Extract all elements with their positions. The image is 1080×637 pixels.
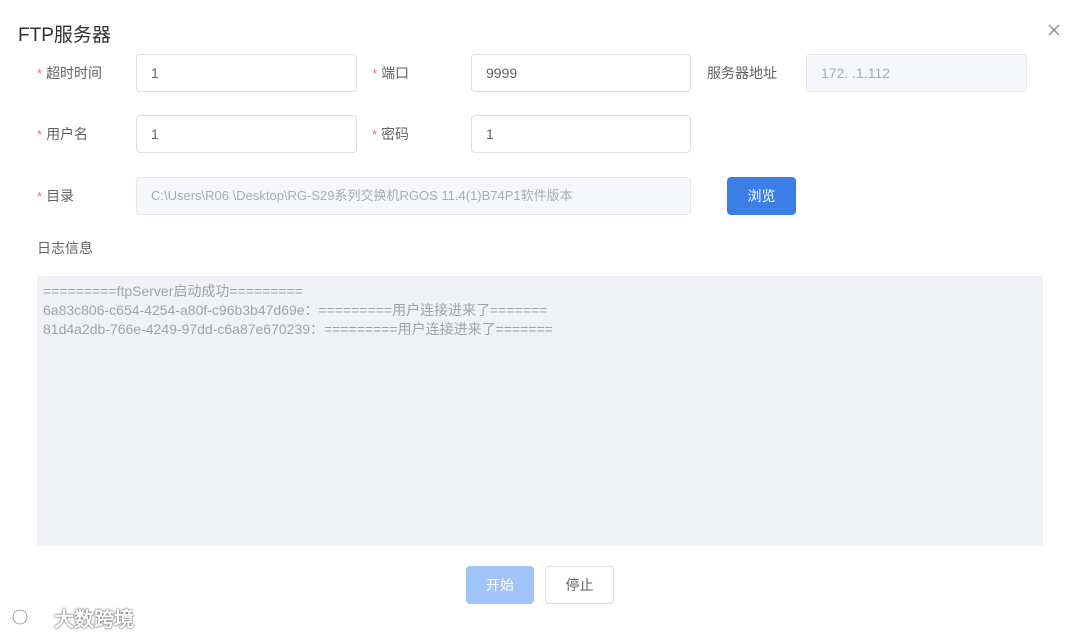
browse-button[interactable]: 浏览 xyxy=(727,177,796,215)
timeout-label: * 超时时间 xyxy=(37,65,103,81)
log-line: 81d4a2db-766e-4249-97dd-c6a87e670239：===… xyxy=(43,321,553,337)
log-output: =========ftpServer启动成功========= 6a83c806… xyxy=(37,276,1043,546)
brand-text: 大数跨境 xyxy=(54,608,134,631)
required-mark: * xyxy=(37,127,43,142)
username-label: * 用户名 xyxy=(37,126,89,142)
start-button[interactable]: 开始 xyxy=(466,566,534,604)
server-address-input: 172. .1.112 xyxy=(806,54,1027,92)
ftp-server-dialog: FTP服务器 * 超时时间 1 * 端口 9999 服务器地址 172. .1.11… xyxy=(0,0,1080,637)
dialog-title: FTP服务器 xyxy=(18,25,111,46)
timeout-input[interactable]: 1 xyxy=(136,54,357,92)
required-mark: * xyxy=(37,66,43,81)
close-icon[interactable] xyxy=(1044,20,1064,40)
brand-watermark: 大数跨境 xyxy=(10,604,134,631)
directory-label: * 目录 xyxy=(37,188,75,204)
required-mark: * xyxy=(372,127,378,142)
password-label: * 密码 xyxy=(372,126,410,142)
brand-logo-icon xyxy=(11,608,49,626)
log-line: 6a83c806-c654-4254-a80f-c96b3b47d69e：===… xyxy=(43,302,548,318)
port-label: * 端口 xyxy=(372,65,410,81)
required-mark: * xyxy=(372,66,378,81)
required-mark: * xyxy=(37,189,43,204)
password-input[interactable]: 1 xyxy=(471,115,691,153)
log-label: 日志信息 xyxy=(37,240,93,256)
server-address-label: 服务器地址 xyxy=(707,65,777,81)
log-line: =========ftpServer启动成功========= xyxy=(43,283,303,299)
stop-button[interactable]: 停止 xyxy=(545,566,614,604)
port-input[interactable]: 9999 xyxy=(471,54,691,92)
directory-input: C:\Users\R06 \Desktop\RG-S29系列交换机RGOS 11… xyxy=(136,177,691,215)
username-input[interactable]: 1 xyxy=(136,115,357,153)
